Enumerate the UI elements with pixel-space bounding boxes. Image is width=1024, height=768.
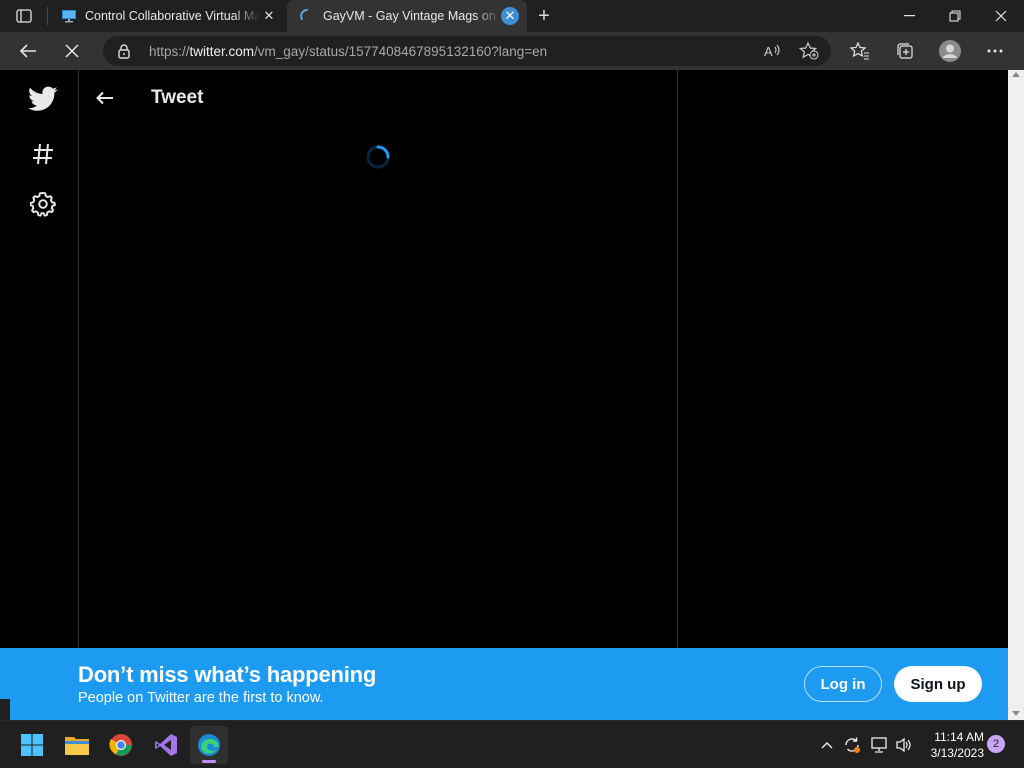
minimize-button[interactable] [886,0,932,32]
twitter-page: Tweet [0,70,1008,648]
url-scheme: https:// [149,43,190,59]
page-scrollbar[interactable] [1008,70,1024,720]
banner-title: Don’t miss what’s happening [78,662,377,687]
active-app-indicator [202,760,216,763]
column-divider [78,70,79,648]
browser-tab-bar: Control Collaborative Virtual Machine ✕ … [0,0,1024,32]
scroll-up-icon[interactable] [1012,72,1020,77]
monitor-icon [61,8,77,24]
banner-subtitle: People on Twitter are the first to know. [78,690,324,706]
new-tab-button[interactable]: + [532,4,556,28]
tab-close-icon[interactable]: ✕ [260,7,278,25]
hashtag-icon[interactable] [27,138,59,170]
volume-icon[interactable] [894,735,914,755]
tab-close-icon[interactable]: ✕ [501,7,519,25]
stop-loading-button[interactable] [58,37,86,65]
login-button[interactable]: Log in [804,666,882,702]
close-window-button[interactable] [978,0,1024,32]
tab-separator [47,7,48,25]
address-bar[interactable]: https://twitter.com/vm_gay/status/157740… [103,36,831,66]
twitter-left-nav [0,70,78,648]
collections-icon[interactable] [891,37,919,65]
network-icon[interactable] [869,735,889,755]
add-favorite-icon[interactable] [799,41,819,61]
back-arrow-icon[interactable] [79,91,131,105]
chevron-up-icon[interactable] [817,735,837,755]
svg-text:A: A [764,44,773,59]
signup-button[interactable]: Sign up [894,666,982,702]
url-host: twitter.com [189,43,255,59]
more-menu-icon[interactable] [981,37,1009,65]
system-clock[interactable]: 11:14 AM 3/13/2023 [922,729,984,761]
edge-icon[interactable] [190,726,228,764]
column-divider [677,70,678,648]
clock-time: 11:14 AM [934,730,984,744]
tweet-header: Tweet [79,70,677,126]
favorites-icon[interactable] [846,37,874,65]
visual-studio-icon[interactable] [147,726,185,764]
tab-title: GayVM - Gay Vintage Mags on Twitter [323,9,501,23]
browser-tab[interactable]: Control Collaborative Virtual Machine ✕ [49,0,286,32]
signup-banner: Don’t miss what’s happening People on Tw… [0,648,1008,720]
browser-toolbar: https://twitter.com/vm_gay/status/157740… [0,32,1024,70]
loading-spinner [366,145,390,169]
notification-badge[interactable]: 2 [987,735,1005,753]
clock-date: 3/13/2023 [930,746,984,760]
sync-update-icon[interactable] [842,735,862,755]
scroll-down-icon[interactable] [1012,711,1020,716]
browser-tab-active[interactable]: GayVM - Gay Vintage Mags on Twitter ✕ [287,0,527,32]
windows-start-icon[interactable] [13,726,51,764]
lock-icon[interactable] [117,43,135,59]
read-aloud-icon[interactable]: A [763,41,783,61]
windows-taskbar: 11:14 AM 3/13/2023 2 [0,720,1024,768]
tab-title: Control Collaborative Virtual Machine [85,9,260,23]
back-button[interactable] [14,37,42,65]
file-explorer-icon[interactable] [58,726,96,764]
url-path: /vm_gay/status/1577408467895132160?lang=… [254,43,548,59]
page-title: Tweet [151,87,204,108]
tab-actions-icon[interactable] [8,6,40,26]
chrome-icon[interactable] [102,726,140,764]
settings-icon[interactable] [27,188,59,220]
window-edge [0,699,10,720]
twitter-bird-icon[interactable] [27,83,59,115]
restore-button[interactable] [932,0,978,32]
profile-avatar-icon[interactable] [936,37,964,65]
loading-spinner-icon [299,8,315,24]
